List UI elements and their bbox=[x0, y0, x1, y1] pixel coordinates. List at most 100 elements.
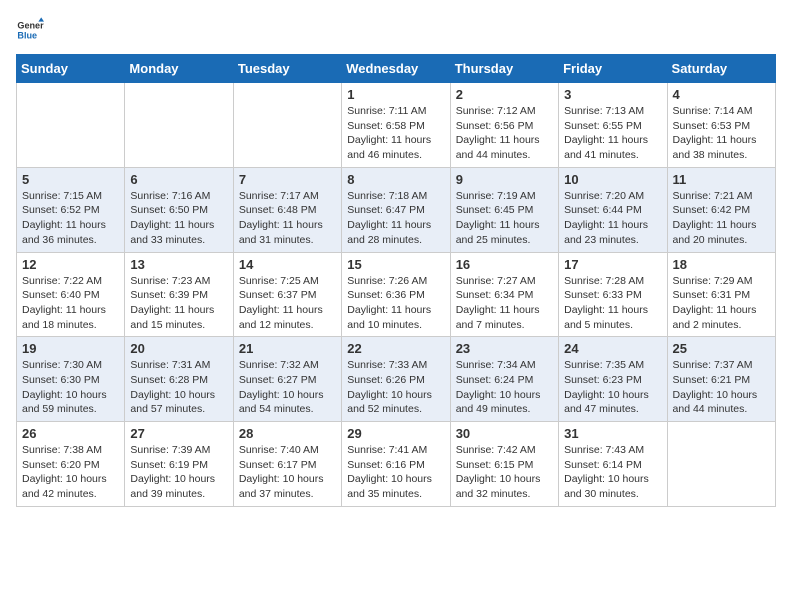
weekday-header-friday: Friday bbox=[559, 55, 667, 83]
day-number: 23 bbox=[456, 341, 553, 356]
day-number: 20 bbox=[130, 341, 227, 356]
day-number: 25 bbox=[673, 341, 770, 356]
weekday-header-monday: Monday bbox=[125, 55, 233, 83]
day-number: 2 bbox=[456, 87, 553, 102]
day-number: 1 bbox=[347, 87, 444, 102]
calendar-cell: 27 Sunrise: 7:39 AM Sunset: 6:19 PM Dayli… bbox=[125, 422, 233, 507]
calendar-cell: 9 Sunrise: 7:19 AM Sunset: 6:45 PM Daylig… bbox=[450, 167, 558, 252]
day-info: Sunrise: 7:20 AM Sunset: 6:44 PM Dayligh… bbox=[564, 189, 661, 248]
calendar-cell bbox=[667, 422, 775, 507]
week-row-5: 26 Sunrise: 7:38 AM Sunset: 6:20 PM Dayli… bbox=[17, 422, 776, 507]
calendar-cell: 23 Sunrise: 7:34 AM Sunset: 6:24 PM Dayli… bbox=[450, 337, 558, 422]
calendar-cell: 30 Sunrise: 7:42 AM Sunset: 6:15 PM Dayli… bbox=[450, 422, 558, 507]
week-row-4: 19 Sunrise: 7:30 AM Sunset: 6:30 PM Dayli… bbox=[17, 337, 776, 422]
day-number: 9 bbox=[456, 172, 553, 187]
day-number: 24 bbox=[564, 341, 661, 356]
day-number: 12 bbox=[22, 257, 119, 272]
svg-text:Blue: Blue bbox=[17, 30, 37, 40]
day-number: 7 bbox=[239, 172, 336, 187]
day-info: Sunrise: 7:11 AM Sunset: 6:58 PM Dayligh… bbox=[347, 104, 444, 163]
day-info: Sunrise: 7:32 AM Sunset: 6:27 PM Dayligh… bbox=[239, 358, 336, 417]
day-number: 21 bbox=[239, 341, 336, 356]
day-info: Sunrise: 7:38 AM Sunset: 6:20 PM Dayligh… bbox=[22, 443, 119, 502]
day-number: 13 bbox=[130, 257, 227, 272]
week-row-3: 12 Sunrise: 7:22 AM Sunset: 6:40 PM Dayli… bbox=[17, 252, 776, 337]
calendar-cell: 28 Sunrise: 7:40 AM Sunset: 6:17 PM Dayli… bbox=[233, 422, 341, 507]
day-info: Sunrise: 7:18 AM Sunset: 6:47 PM Dayligh… bbox=[347, 189, 444, 248]
calendar-cell: 18 Sunrise: 7:29 AM Sunset: 6:31 PM Dayli… bbox=[667, 252, 775, 337]
day-number: 6 bbox=[130, 172, 227, 187]
svg-text:General: General bbox=[17, 21, 44, 31]
day-info: Sunrise: 7:27 AM Sunset: 6:34 PM Dayligh… bbox=[456, 274, 553, 333]
calendar-cell: 22 Sunrise: 7:33 AM Sunset: 6:26 PM Dayli… bbox=[342, 337, 450, 422]
day-info: Sunrise: 7:12 AM Sunset: 6:56 PM Dayligh… bbox=[456, 104, 553, 163]
day-info: Sunrise: 7:40 AM Sunset: 6:17 PM Dayligh… bbox=[239, 443, 336, 502]
day-info: Sunrise: 7:33 AM Sunset: 6:26 PM Dayligh… bbox=[347, 358, 444, 417]
logo-icon: General Blue bbox=[16, 16, 44, 44]
day-number: 22 bbox=[347, 341, 444, 356]
week-row-2: 5Sunrise: 7:15 AM Sunset: 6:52 PM Daylig… bbox=[17, 167, 776, 252]
calendar-cell: 25 Sunrise: 7:37 AM Sunset: 6:21 PM Dayli… bbox=[667, 337, 775, 422]
calendar-cell: 26 Sunrise: 7:38 AM Sunset: 6:20 PM Dayli… bbox=[17, 422, 125, 507]
day-info: Sunrise: 7:42 AM Sunset: 6:15 PM Dayligh… bbox=[456, 443, 553, 502]
day-number: 27 bbox=[130, 426, 227, 441]
day-info: Sunrise: 7:34 AM Sunset: 6:24 PM Dayligh… bbox=[456, 358, 553, 417]
calendar-cell: 2 Sunrise: 7:12 AM Sunset: 6:56 PM Daylig… bbox=[450, 83, 558, 168]
day-number: 15 bbox=[347, 257, 444, 272]
day-info: Sunrise: 7:17 AM Sunset: 6:48 PM Dayligh… bbox=[239, 189, 336, 248]
day-info: Sunrise: 7:35 AM Sunset: 6:23 PM Dayligh… bbox=[564, 358, 661, 417]
day-info: Sunrise: 7:19 AM Sunset: 6:45 PM Dayligh… bbox=[456, 189, 553, 248]
calendar-cell: 3Sunrise: 7:13 AM Sunset: 6:55 PM Daylig… bbox=[559, 83, 667, 168]
calendar-cell: 21 Sunrise: 7:32 AM Sunset: 6:27 PM Dayli… bbox=[233, 337, 341, 422]
calendar-cell: 31Sunrise: 7:43 AM Sunset: 6:14 PM Dayli… bbox=[559, 422, 667, 507]
day-number: 8 bbox=[347, 172, 444, 187]
day-info: Sunrise: 7:14 AM Sunset: 6:53 PM Dayligh… bbox=[673, 104, 770, 163]
calendar-cell: 5Sunrise: 7:15 AM Sunset: 6:52 PM Daylig… bbox=[17, 167, 125, 252]
calendar-cell: 16 Sunrise: 7:27 AM Sunset: 6:34 PM Dayli… bbox=[450, 252, 558, 337]
day-info: Sunrise: 7:15 AM Sunset: 6:52 PM Dayligh… bbox=[22, 189, 119, 248]
day-number: 4 bbox=[673, 87, 770, 102]
day-number: 26 bbox=[22, 426, 119, 441]
calendar-cell: 24 Sunrise: 7:35 AM Sunset: 6:23 PM Dayli… bbox=[559, 337, 667, 422]
weekday-header-tuesday: Tuesday bbox=[233, 55, 341, 83]
calendar-cell: 11 Sunrise: 7:21 AM Sunset: 6:42 PM Dayli… bbox=[667, 167, 775, 252]
day-info: Sunrise: 7:39 AM Sunset: 6:19 PM Dayligh… bbox=[130, 443, 227, 502]
calendar-cell bbox=[125, 83, 233, 168]
logo: General Blue bbox=[16, 16, 44, 44]
calendar-cell: 29Sunrise: 7:41 AM Sunset: 6:16 PM Dayli… bbox=[342, 422, 450, 507]
weekday-header-saturday: Saturday bbox=[667, 55, 775, 83]
calendar-cell: 8 Sunrise: 7:18 AM Sunset: 6:47 PM Daylig… bbox=[342, 167, 450, 252]
day-number: 14 bbox=[239, 257, 336, 272]
weekday-header-wednesday: Wednesday bbox=[342, 55, 450, 83]
day-number: 16 bbox=[456, 257, 553, 272]
day-info: Sunrise: 7:22 AM Sunset: 6:40 PM Dayligh… bbox=[22, 274, 119, 333]
day-number: 11 bbox=[673, 172, 770, 187]
calendar-cell: 12 Sunrise: 7:22 AM Sunset: 6:40 PM Dayli… bbox=[17, 252, 125, 337]
day-number: 19 bbox=[22, 341, 119, 356]
week-row-1: 1 Sunrise: 7:11 AM Sunset: 6:58 PM Daylig… bbox=[17, 83, 776, 168]
day-info: Sunrise: 7:26 AM Sunset: 6:36 PM Dayligh… bbox=[347, 274, 444, 333]
calendar-cell: 20Sunrise: 7:31 AM Sunset: 6:28 PM Dayli… bbox=[125, 337, 233, 422]
calendar-cell: 17Sunrise: 7:28 AM Sunset: 6:33 PM Dayli… bbox=[559, 252, 667, 337]
weekday-header-sunday: Sunday bbox=[17, 55, 125, 83]
calendar-cell: 10 Sunrise: 7:20 AM Sunset: 6:44 PM Dayli… bbox=[559, 167, 667, 252]
page-header: General Blue bbox=[16, 16, 776, 44]
calendar-cell bbox=[233, 83, 341, 168]
calendar-cell bbox=[17, 83, 125, 168]
day-number: 3 bbox=[564, 87, 661, 102]
day-number: 30 bbox=[456, 426, 553, 441]
day-number: 31 bbox=[564, 426, 661, 441]
day-info: Sunrise: 7:30 AM Sunset: 6:30 PM Dayligh… bbox=[22, 358, 119, 417]
weekday-header-row: SundayMondayTuesdayWednesdayThursdayFrid… bbox=[17, 55, 776, 83]
day-info: Sunrise: 7:21 AM Sunset: 6:42 PM Dayligh… bbox=[673, 189, 770, 248]
calendar-cell: 15 Sunrise: 7:26 AM Sunset: 6:36 PM Dayli… bbox=[342, 252, 450, 337]
day-number: 17 bbox=[564, 257, 661, 272]
day-number: 28 bbox=[239, 426, 336, 441]
calendar-cell: 7 Sunrise: 7:17 AM Sunset: 6:48 PM Daylig… bbox=[233, 167, 341, 252]
day-info: Sunrise: 7:37 AM Sunset: 6:21 PM Dayligh… bbox=[673, 358, 770, 417]
calendar-cell: 19 Sunrise: 7:30 AM Sunset: 6:30 PM Dayli… bbox=[17, 337, 125, 422]
day-number: 18 bbox=[673, 257, 770, 272]
calendar-cell: 6Sunrise: 7:16 AM Sunset: 6:50 PM Daylig… bbox=[125, 167, 233, 252]
day-info: Sunrise: 7:29 AM Sunset: 6:31 PM Dayligh… bbox=[673, 274, 770, 333]
day-number: 10 bbox=[564, 172, 661, 187]
